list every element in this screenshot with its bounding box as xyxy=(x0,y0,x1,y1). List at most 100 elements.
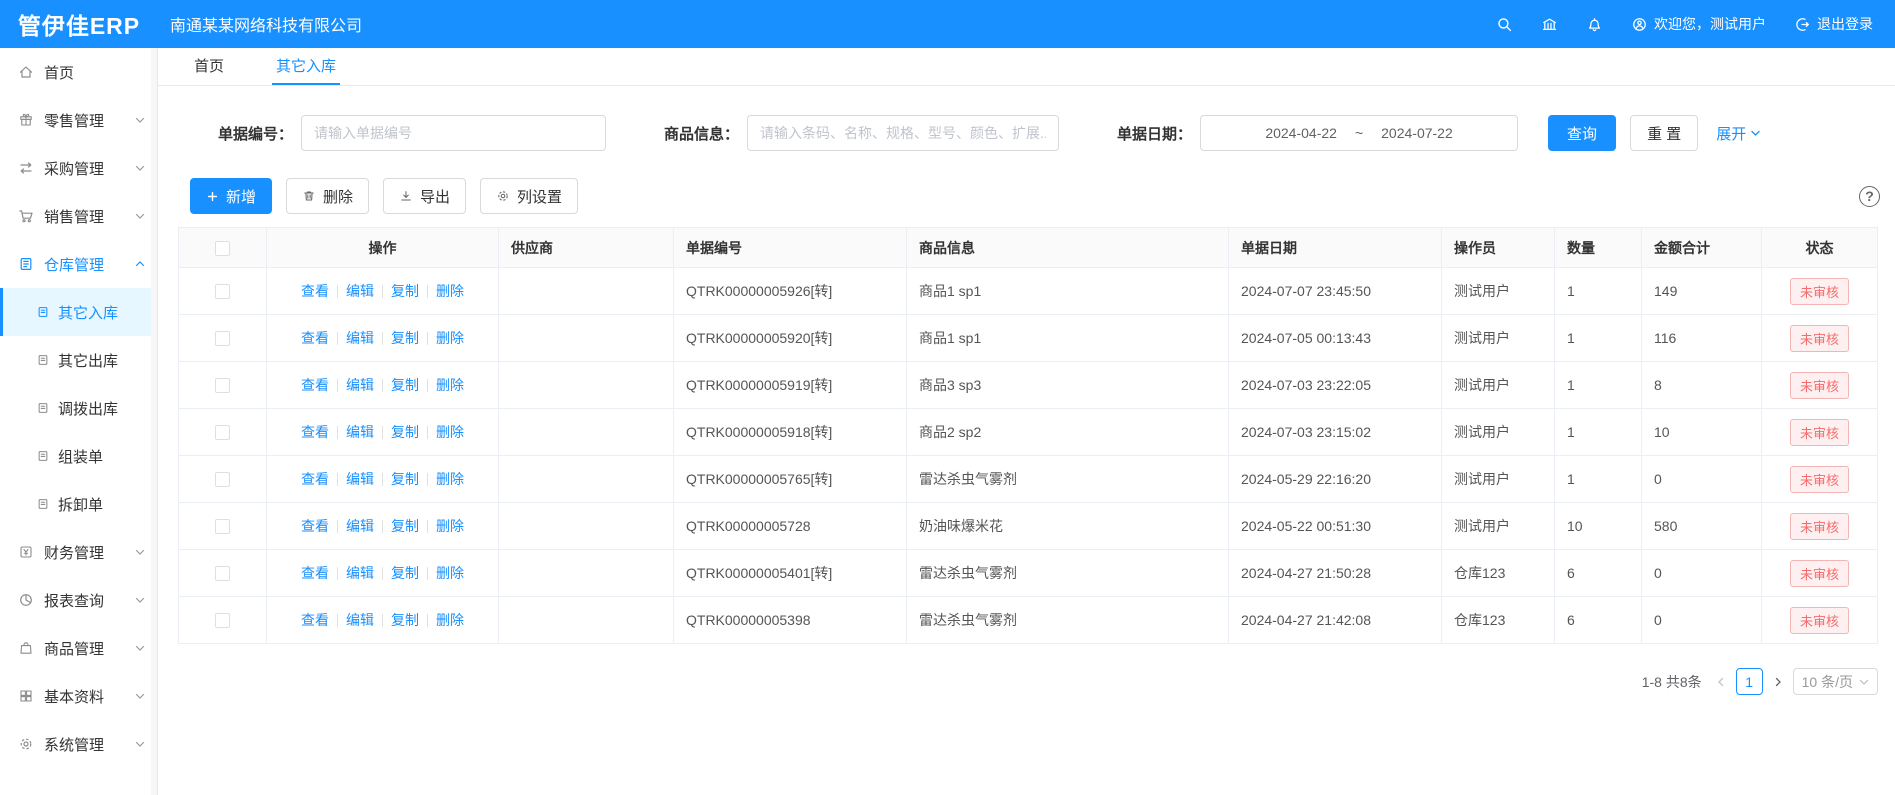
product-info-input[interactable] xyxy=(747,115,1059,151)
sidebar-item-label: 零售管理 xyxy=(44,110,104,131)
row-checkbox[interactable] xyxy=(215,613,230,628)
date-from[interactable]: 2024-04-22 xyxy=(1265,125,1337,141)
row-checkbox[interactable] xyxy=(215,284,230,299)
col-supplier: 供应商 xyxy=(499,228,674,268)
sidebar-item-finance[interactable]: 财务管理 xyxy=(0,528,157,576)
copy-link[interactable]: 复制 xyxy=(391,516,419,536)
export-button[interactable]: 导出 xyxy=(383,178,466,214)
sidebar-subitem-label: 调拨出库 xyxy=(58,398,118,419)
sidebar-subitem-transfer-outbound[interactable]: 调拨出库 xyxy=(0,384,157,432)
edit-link[interactable]: 编辑 xyxy=(346,375,374,395)
copy-link[interactable]: 复制 xyxy=(391,610,419,630)
sidebar-item-products[interactable]: 商品管理 xyxy=(0,624,157,672)
sidebar-item-home[interactable]: 首页 xyxy=(0,48,157,96)
delete-link[interactable]: 删除 xyxy=(436,375,464,395)
view-link[interactable]: 查看 xyxy=(301,375,329,395)
copy-link[interactable]: 复制 xyxy=(391,375,419,395)
col-amount: 金额合计 xyxy=(1642,228,1762,268)
separator xyxy=(427,614,428,627)
sidebar-subitem-other-inbound[interactable]: 其它入库 xyxy=(0,288,157,336)
cell-product: 商品2 sp2 xyxy=(907,409,1229,456)
welcome-user[interactable]: 欢迎您，测试用户 xyxy=(1631,14,1766,34)
edit-link[interactable]: 编辑 xyxy=(346,469,374,489)
edit-link[interactable]: 编辑 xyxy=(346,328,374,348)
add-button[interactable]: 新增 xyxy=(190,178,272,214)
delete-link[interactable]: 删除 xyxy=(436,563,464,583)
sidebar-item-reports[interactable]: 报表查询 xyxy=(0,576,157,624)
help-icon[interactable]: ? xyxy=(1859,186,1880,207)
delete-link[interactable]: 删除 xyxy=(436,281,464,301)
cell-operator: 测试用户 xyxy=(1442,268,1555,315)
edit-link[interactable]: 编辑 xyxy=(346,563,374,583)
date-separator: ~ xyxy=(1355,125,1363,141)
cell-product: 雷达杀虫气雾剂 xyxy=(907,550,1229,597)
bell-icon[interactable] xyxy=(1586,16,1603,33)
view-link[interactable]: 查看 xyxy=(301,281,329,301)
next-page-icon[interactable] xyxy=(1773,676,1783,688)
row-checkbox[interactable] xyxy=(215,378,230,393)
sidebar-subitem-assembly[interactable]: 组装单 xyxy=(0,432,157,480)
column-settings-button[interactable]: 列设置 xyxy=(480,178,578,214)
reset-button[interactable]: 重 置 xyxy=(1630,115,1698,151)
bag-icon xyxy=(18,640,34,656)
separator xyxy=(382,567,383,580)
search-button[interactable]: 查询 xyxy=(1548,115,1616,151)
view-link[interactable]: 查看 xyxy=(301,563,329,583)
cell-doc-no: QTRK00000005765[转] xyxy=(674,456,907,503)
view-link[interactable]: 查看 xyxy=(301,422,329,442)
delete-button[interactable]: 删除 xyxy=(286,178,369,214)
sidebar-item-label: 商品管理 xyxy=(44,638,104,659)
view-link[interactable]: 查看 xyxy=(301,469,329,489)
cell-supplier xyxy=(499,315,674,362)
sidebar-subitem-disassembly[interactable]: 拆卸单 xyxy=(0,480,157,528)
edit-link[interactable]: 编辑 xyxy=(346,281,374,301)
doc-no-input[interactable] xyxy=(301,115,606,151)
expand-link[interactable]: 展开 xyxy=(1716,123,1761,144)
sidebar-subitem-other-outbound[interactable]: 其它出库 xyxy=(0,336,157,384)
copy-link[interactable]: 复制 xyxy=(391,563,419,583)
view-link[interactable]: 查看 xyxy=(301,328,329,348)
row-checkbox[interactable] xyxy=(215,331,230,346)
edit-link[interactable]: 编辑 xyxy=(346,610,374,630)
delete-link[interactable]: 删除 xyxy=(436,469,464,489)
copy-link[interactable]: 复制 xyxy=(391,422,419,442)
row-checkbox[interactable] xyxy=(215,519,230,534)
tab-home[interactable]: 首页 xyxy=(190,48,228,85)
edit-link[interactable]: 编辑 xyxy=(346,516,374,536)
page-number-button[interactable]: 1 xyxy=(1736,668,1763,695)
page-size-select[interactable]: 10 条/页 xyxy=(1793,668,1878,695)
row-checkbox[interactable] xyxy=(215,425,230,440)
date-to[interactable]: 2024-07-22 xyxy=(1381,125,1453,141)
cell-date: 2024-07-03 23:15:02 xyxy=(1229,409,1442,456)
copy-link[interactable]: 复制 xyxy=(391,281,419,301)
delete-link[interactable]: 删除 xyxy=(436,516,464,536)
delete-link[interactable]: 删除 xyxy=(436,328,464,348)
copy-link[interactable]: 复制 xyxy=(391,469,419,489)
logout-icon xyxy=(1794,16,1811,33)
tab-other-inbound[interactable]: 其它入库 xyxy=(272,48,340,85)
delete-link[interactable]: 删除 xyxy=(436,610,464,630)
sidebar-item-basic-data[interactable]: 基本资料 xyxy=(0,672,157,720)
search-icon[interactable] xyxy=(1496,16,1513,33)
sidebar-item-warehouse[interactable]: 仓库管理 xyxy=(0,240,157,288)
row-checkbox[interactable] xyxy=(215,472,230,487)
logout-button[interactable]: 退出登录 xyxy=(1794,14,1873,34)
copy-link[interactable]: 复制 xyxy=(391,328,419,348)
edit-link[interactable]: 编辑 xyxy=(346,422,374,442)
row-checkbox[interactable] xyxy=(215,566,230,581)
select-all-checkbox[interactable] xyxy=(215,241,230,256)
separator xyxy=(337,473,338,486)
sidebar-item-sales[interactable]: 销售管理 xyxy=(0,192,157,240)
separator xyxy=(382,520,383,533)
sidebar-item-retail[interactable]: 零售管理 xyxy=(0,96,157,144)
view-link[interactable]: 查看 xyxy=(301,610,329,630)
sidebar-item-purchase[interactable]: 采购管理 xyxy=(0,144,157,192)
date-range-picker[interactable]: 2024-04-22 ~ 2024-07-22 xyxy=(1200,115,1518,151)
delete-link[interactable]: 删除 xyxy=(436,422,464,442)
cell-operator: 测试用户 xyxy=(1442,315,1555,362)
prev-page-icon[interactable] xyxy=(1716,676,1726,688)
view-link[interactable]: 查看 xyxy=(301,516,329,536)
sidebar-item-system[interactable]: 系统管理 xyxy=(0,720,157,768)
status-badge: 未审核 xyxy=(1790,278,1849,305)
bank-icon[interactable] xyxy=(1541,16,1558,33)
